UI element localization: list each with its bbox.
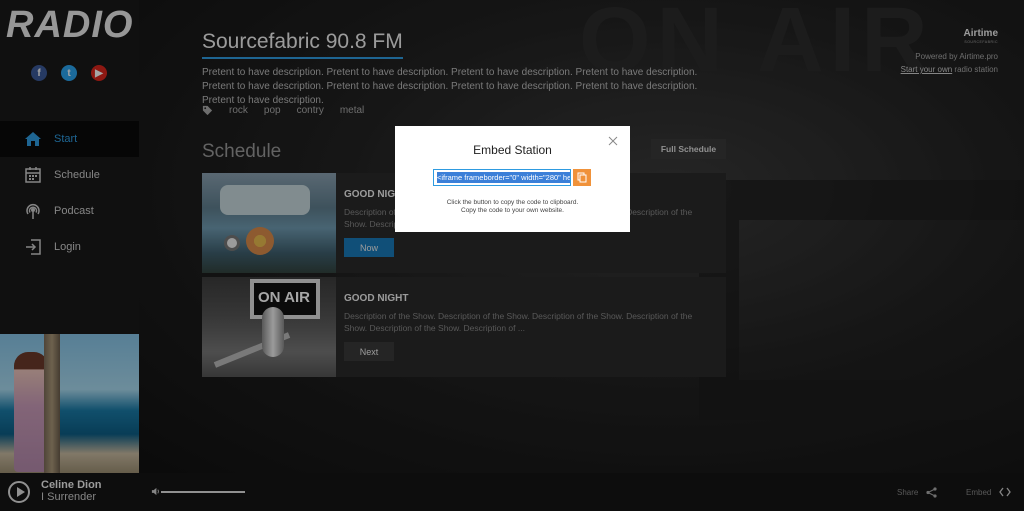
modal-title: Embed Station [473,143,552,157]
embed-code-text: <iframe frameborder="0" width="280" heig… [437,172,570,183]
app-root: ON AIR RADIO f t ▶ Start Schedule Podcas… [0,0,1024,511]
modal-backdrop[interactable] [0,0,1024,511]
embed-code-field[interactable]: <iframe frameborder="0" width="280" heig… [433,169,571,186]
copy-icon [577,172,587,183]
copy-button[interactable] [573,169,591,186]
modal-help-line: Click the button to copy the code to cli… [446,199,579,206]
close-icon[interactable] [608,136,618,146]
embed-station-modal: Embed Station <iframe frameborder="0" wi… [395,126,630,232]
modal-help-line: Copy the code to your own website. [461,207,564,214]
modal-help-text: Click the button to copy the code to cli… [395,199,630,215]
